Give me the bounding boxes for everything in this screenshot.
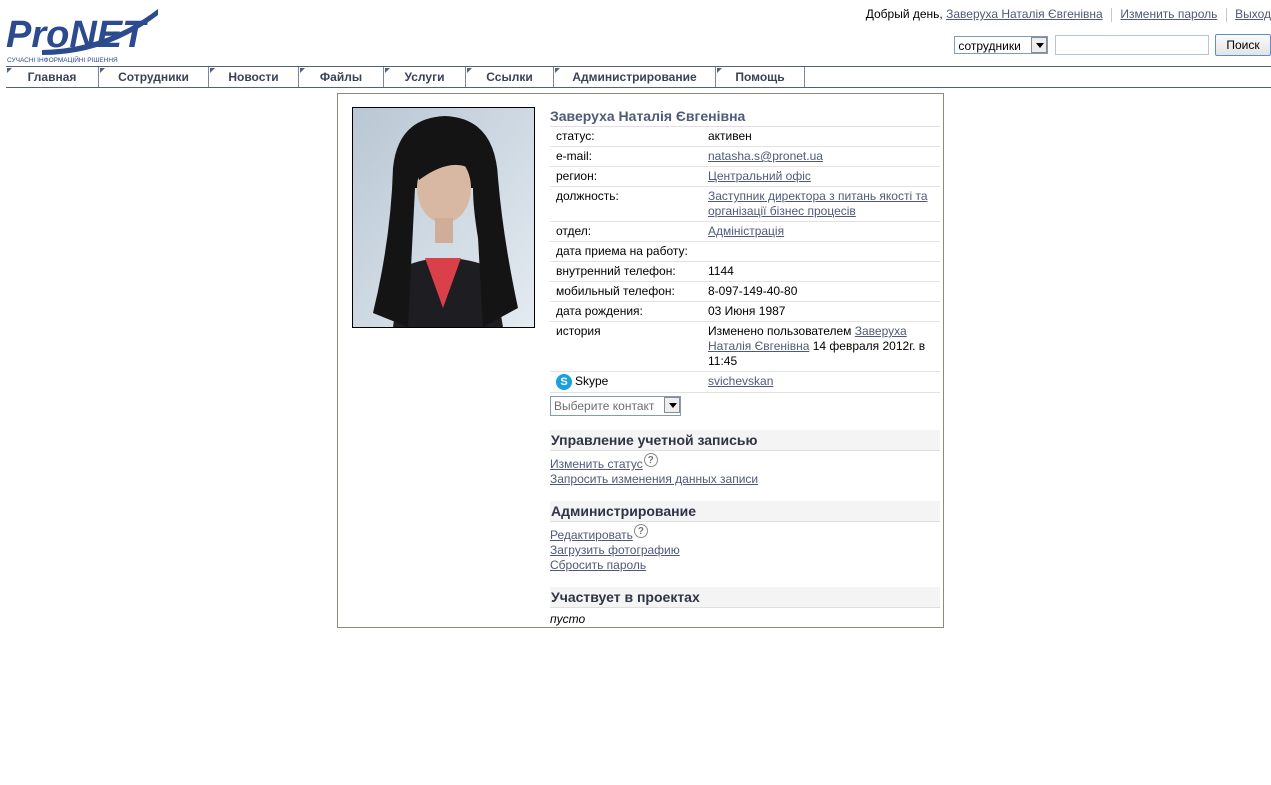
logo-tagline: СУЧАСНІ ІНФОРМАЦІЙНІ РІШЕННЯ (7, 55, 118, 63)
table-row: отдел: Адміністрація (550, 221, 940, 242)
nav-item-help[interactable]: Помощь (716, 67, 805, 87)
department-link[interactable]: Адміністрація (708, 224, 784, 238)
mobile-phone-value: 8-097-149-40-80 (702, 281, 940, 302)
profile-card: Заверуха Наталія Євгенівна статус: актив… (337, 93, 944, 628)
chevron-down-icon[interactable] (664, 397, 680, 413)
table-row: регион: Центральний офіс (550, 166, 940, 187)
position-label: должность: (550, 186, 702, 222)
nav-item-home[interactable]: Главная (6, 67, 99, 87)
skype-label: Skype (575, 374, 609, 389)
upload-photo-link[interactable]: Загрузить фотографию (550, 543, 680, 557)
skype-link[interactable]: svichevskan (708, 374, 773, 388)
search-button[interactable]: Поиск (1215, 34, 1271, 56)
greeting-text: Добрый день, (865, 7, 943, 21)
account-section-title: Управление учетной записью (550, 430, 940, 451)
email-label: e-mail: (550, 146, 702, 167)
contact-select[interactable]: Выберите контакт (550, 396, 681, 416)
request-changes-link[interactable]: Запросить изменения данных записи (550, 472, 758, 486)
search-category-select[interactable]: сотрудники (954, 36, 1049, 54)
table-row: история Изменено пользователем Заверуха … (550, 321, 940, 372)
birth-date-label: дата рождения: (550, 301, 702, 322)
status-label: статус: (550, 127, 702, 147)
contact-select-value: Выберите контакт (554, 399, 655, 413)
hire-date-value (702, 241, 940, 262)
table-row: S Skype svichevskan (550, 371, 940, 393)
status-value: активен (702, 127, 940, 147)
email-link[interactable]: natasha.s@pronet.ua (708, 149, 823, 163)
internal-phone-value: 1144 (702, 261, 940, 282)
nav-item-services[interactable]: Услуги (384, 67, 466, 87)
position-link[interactable]: Заступник директора з питань якості та о… (708, 189, 928, 218)
profile-info-table: статус: активен e-mail: natasha.s@pronet… (550, 127, 940, 393)
help-icon[interactable]: ? (633, 524, 648, 538)
pronet-logo[interactable]: ProNET СУЧАСНІ ІНФОРМАЦІЙНІ РІШЕННЯ (6, 3, 166, 64)
history-value: Изменено пользователем Заверуха Наталія … (702, 321, 940, 372)
internal-phone-label: внутренний телефон: (550, 261, 702, 282)
nav-item-news[interactable]: Новости (209, 67, 299, 87)
region-link[interactable]: Центральний офіс (708, 169, 811, 183)
main-nav: Главная Сотрудники Новости Файлы Услуги … (6, 66, 1271, 88)
skype-label-cell: S Skype (550, 371, 702, 393)
edit-link[interactable]: Редактировать (550, 528, 633, 542)
table-row: дата рождения: 03 Июня 1987 (550, 301, 940, 322)
table-row: e-mail: natasha.s@pronet.ua (550, 146, 940, 167)
table-row: должность: Заступник директора з питань … (550, 186, 940, 222)
logout-link[interactable]: Выход (1235, 7, 1271, 21)
account-links: Изменить статус? Запросить изменения дан… (550, 451, 940, 487)
logo-text: ProNET (6, 14, 148, 56)
help-icon[interactable]: ? (643, 453, 658, 467)
admin-section-title: Администрирование (550, 501, 940, 522)
search-category-value: сотрудники (958, 39, 1021, 53)
change-status-link[interactable]: Изменить статус (550, 457, 643, 471)
history-prefix: Изменено пользователем (708, 324, 852, 338)
hire-date-label: дата приема на работу: (550, 241, 702, 262)
nav-item-links[interactable]: Ссылки (466, 67, 554, 87)
search-input[interactable] (1054, 35, 1209, 55)
divider (1111, 7, 1113, 22)
change-password-link[interactable]: Изменить пароль (1120, 7, 1217, 21)
chevron-down-icon[interactable] (1031, 37, 1048, 53)
profile-details: Заверуха Наталія Євгенівна статус: актив… (550, 106, 940, 626)
projects-section-title: Участвует в проектах (550, 587, 940, 608)
user-bar: Добрый день, Заверуха Наталія Євгенівна … (866, 7, 1271, 22)
projects-empty-text: пусто (550, 612, 586, 626)
divider (1225, 7, 1227, 22)
nav-item-files[interactable]: Файлы (299, 67, 384, 87)
mobile-phone-label: мобильный телефон: (550, 281, 702, 302)
admin-links: Редактировать? Загрузить фотографию Сбро… (550, 522, 940, 573)
skype-icon: S (556, 374, 572, 390)
table-row: внутренний телефон: 1144 (550, 261, 940, 282)
profile-photo (352, 107, 535, 328)
region-label: регион: (550, 166, 702, 187)
nav-item-administration[interactable]: Администрирование (554, 67, 716, 87)
search-bar: сотрудники Поиск (954, 34, 1271, 56)
department-label: отдел: (550, 221, 702, 242)
table-row: статус: активен (550, 127, 940, 147)
table-row: мобильный телефон: 8-097-149-40-80 (550, 281, 940, 302)
nav-item-employees[interactable]: Сотрудники (99, 67, 209, 87)
profile-name: Заверуха Наталія Євгенівна (550, 106, 940, 127)
birth-date-value: 03 Июня 1987 (702, 301, 940, 322)
table-row: дата приема на работу: (550, 241, 940, 262)
reset-password-link[interactable]: Сбросить пароль (550, 558, 646, 572)
history-label: история (550, 321, 702, 372)
user-name-link[interactable]: Заверуха Наталія Євгенівна (946, 7, 1103, 21)
